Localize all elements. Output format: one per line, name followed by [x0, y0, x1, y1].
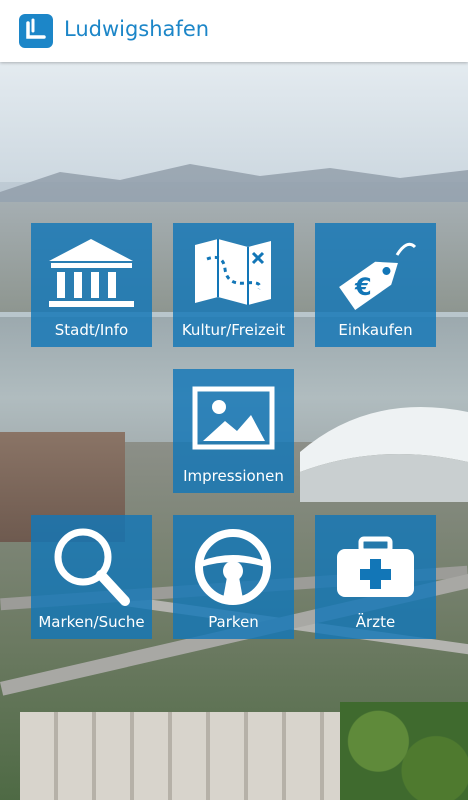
steering-wheel-icon: [195, 529, 271, 605]
tile-label: Stadt/Info: [54, 321, 129, 339]
search-icon: [54, 528, 130, 606]
price-tag-icon: €: [339, 242, 417, 310]
tile-aerzte[interactable]: Ärzte: [315, 515, 436, 639]
tile-einkaufen[interactable]: € Einkaufen: [315, 223, 436, 347]
app-bar: Ludwigshafen: [0, 0, 468, 62]
tile-label: Marken/Suche: [38, 613, 145, 631]
tile-kultur-freizeit[interactable]: Kultur/Freizeit: [173, 223, 294, 347]
ludwigshafen-logo-icon[interactable]: [19, 14, 53, 48]
tile-label: Impressionen: [183, 467, 284, 485]
tile-stadt-info[interactable]: Stadt/Info: [31, 223, 152, 347]
image-icon: [192, 386, 275, 450]
app-title: Ludwigshafen: [64, 17, 210, 41]
tile-label: Ärzte: [355, 613, 396, 631]
euro-symbol: €: [354, 273, 372, 301]
tile-impressionen[interactable]: Impressionen: [173, 369, 294, 493]
tile-label: Einkaufen: [338, 321, 413, 339]
museum-icon: [49, 239, 134, 307]
first-aid-kit-icon: [337, 536, 414, 597]
tile-parken[interactable]: Parken: [173, 515, 294, 639]
tile-marken-suche[interactable]: Marken/Suche: [31, 515, 152, 639]
tile-label: Kultur/Freizeit: [181, 321, 286, 339]
map-icon: [195, 239, 271, 305]
tile-label: Parken: [208, 613, 259, 631]
